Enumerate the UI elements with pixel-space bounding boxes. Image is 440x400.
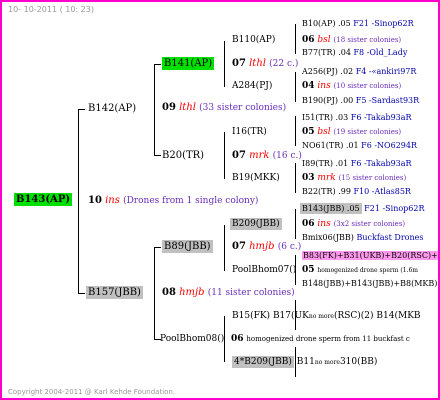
pedigree-chart: 10- 10-2011 ( 10: 23) B143(AP) 10 ins (D… (0, 0, 440, 400)
ggp-node-5[interactable]: B209(JBB) (230, 218, 282, 230)
connector (154, 155, 161, 156)
ggp-4-info: 03 mrk (15 sister colonies) (302, 173, 407, 183)
ggp-5-info: 06 ins (3x2 sister colonies) (302, 219, 406, 229)
leaf-row[interactable]: B83(FK)+B31(UKB)+B20(RSC)+ (302, 251, 438, 260)
leaf-row[interactable]: I51(TR) .03 F6 -Takab93aR (302, 114, 412, 122)
parent-1-info: 09 lthl (33 sister colonies) (162, 102, 287, 113)
connector (154, 64, 155, 156)
connector (295, 116, 296, 146)
connector (295, 209, 296, 239)
connector (295, 24, 296, 54)
parent-node-2[interactable]: B157(JBB) (86, 286, 143, 299)
root-name: B143(AP) (14, 193, 73, 206)
copyright-footer: Copyright 2004-2011 @ Karl Kehde Foundat… (8, 388, 176, 396)
date-header: 10- 10-2011 ( 10: 23) (8, 5, 94, 14)
ggp-6-info: 05 homogenized drone sperm (1.6m (302, 265, 418, 275)
ggp-node-3[interactable]: I16(TR) (232, 128, 267, 137)
root-info: 10 ins (Drones from 1 single colony) (88, 195, 259, 206)
grandparent-node-2[interactable]: B20(TR) (162, 151, 204, 161)
connector (154, 64, 161, 65)
parent-node-1[interactable]: B142(AP) (88, 104, 136, 114)
grandparent-3-info: 07 hmjb (6 c.) (232, 241, 302, 252)
ggp-3-info: 05 bsl (19 sister colonies) (302, 127, 402, 137)
leaf-row[interactable]: B190(PJ) .00 F5 -Sardast93R (302, 97, 419, 105)
connector (224, 132, 225, 179)
leaf-row[interactable]: I89(TR) .01 F6 -Takab93aR (302, 160, 412, 168)
ggp-1-info: 06 bsl (18 sister colonies) (302, 35, 402, 45)
ggp-node-6[interactable]: PoolBhom07() (232, 266, 296, 275)
leaf-row[interactable]: B22(TR) .99 F10 -Atlas85R (302, 188, 411, 196)
leaf-row[interactable]: B77(TR) .04 F8 -Old_Lady (302, 49, 407, 57)
connector (154, 247, 155, 339)
ggp-node-8[interactable]: 4*B209(JBB) B11no more310(BB) (232, 356, 377, 368)
grandparent-2-info: 07 mrk (16 c.) (232, 150, 302, 161)
parent-2-info: 08 hmjb (11 sister colonies) (162, 287, 295, 298)
ggp-node-4[interactable]: B19(MKK) (232, 174, 280, 183)
connector (224, 41, 225, 87)
grandparent-1-info: 07 lthl (22 c.) (232, 58, 299, 69)
leaf-row[interactable]: B148(JBB)+B143(JBB)+B8(MKB) (302, 280, 437, 288)
leaf-row[interactable]: B10(AP) .05 F21 -Sinop62R (302, 20, 414, 28)
grandparent-node-4[interactable]: PoolBhom08() (160, 335, 224, 344)
ggp-node-1[interactable]: B110(AP) (232, 36, 275, 45)
connector (295, 72, 296, 102)
connector (78, 109, 85, 110)
connector (78, 109, 79, 294)
root-node[interactable]: B143(AP) (14, 193, 73, 206)
leaf-row[interactable]: NO61(TR) .01 F6 -NO6294R (302, 142, 417, 150)
ggp-node-2[interactable]: A284(PJ) (232, 82, 272, 91)
grandparent-node-3[interactable]: B89(JBB) (162, 240, 213, 253)
connector (78, 293, 85, 294)
connector (295, 163, 296, 193)
grandparent-node-1[interactable]: B141(AP) (162, 57, 215, 70)
leaf-row[interactable]: Bmix06(JBB) Buckfast Drones (302, 234, 423, 242)
connector (224, 225, 225, 271)
ggp-node-7[interactable]: B15(FK) B17(UKno more(RSC)(2) B14(MKB (232, 312, 421, 321)
leaf-row[interactable]: B143(JBB) .05 F21 -Sinop62R (300, 203, 424, 214)
leaf-row[interactable]: A256(PJ) .02 F4 -«ankiri97R (302, 68, 416, 76)
connector (154, 247, 161, 248)
ggp-2-info: 04 ins (10 sister colonies) (302, 81, 402, 91)
grandparent-4-info: 06 homogenized drone sperm from 11 buckf… (231, 334, 410, 344)
